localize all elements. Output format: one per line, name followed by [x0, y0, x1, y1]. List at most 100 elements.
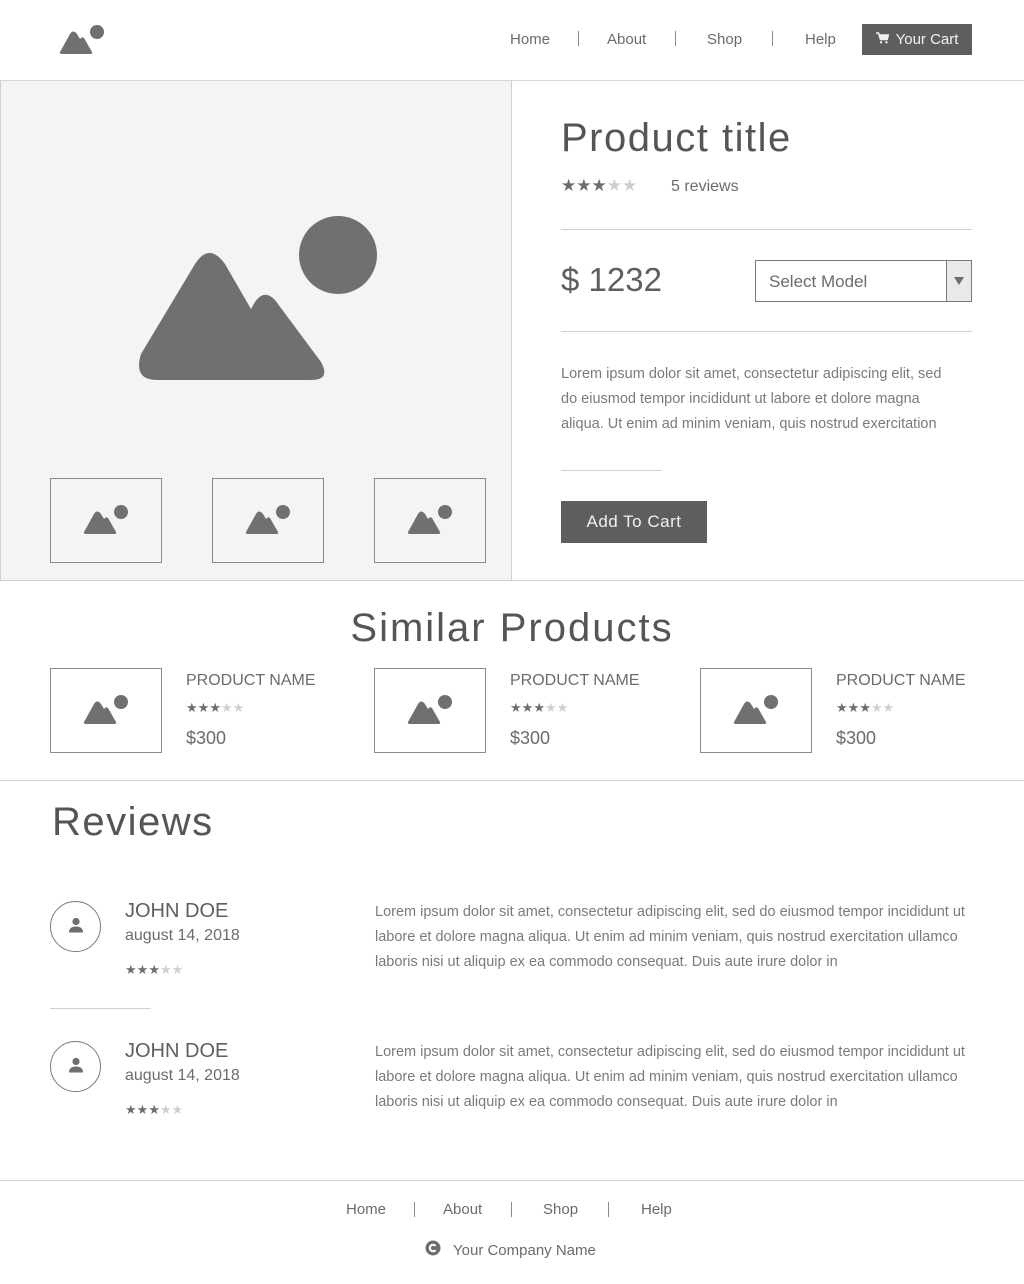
product-description: Lorem ipsum dolor sit amet, consectetur …	[561, 366, 942, 432]
star-icon: ★	[561, 176, 577, 196]
product-rating: ★★★★★	[561, 176, 637, 196]
star-icon: ★	[591, 176, 607, 196]
star-icon: ★	[510, 701, 522, 716]
divider	[561, 470, 662, 471]
star-icon: ★	[136, 963, 149, 978]
footer-home-link[interactable]: Home	[346, 1201, 386, 1218]
copyright-icon	[425, 1240, 441, 1260]
select-model-value: Select Model	[769, 272, 868, 291]
add-to-cart-button[interactable]: Add To Cart	[561, 501, 707, 543]
site-header: Home About Shop Help Your Cart	[0, 0, 1024, 81]
similar-product-name[interactable]: PRODUCT NAME	[510, 672, 640, 690]
reviews-count-link[interactable]: 5 reviews	[671, 178, 739, 196]
gallery-thumbnail-2[interactable]	[212, 478, 324, 563]
similar-product-name[interactable]: PRODUCT NAME	[836, 672, 966, 690]
star-icon: ★	[521, 701, 534, 716]
divider	[50, 1008, 151, 1009]
gallery-thumbnail-3[interactable]	[374, 478, 486, 563]
nav-about-link[interactable]: About	[607, 31, 646, 48]
your-cart-label: Your Cart	[895, 31, 959, 48]
user-icon	[68, 1057, 84, 1077]
star-icon: ★	[232, 701, 245, 716]
star-icon: ★	[556, 701, 569, 716]
similar-product-image[interactable]	[374, 668, 486, 753]
star-icon: ★	[209, 701, 221, 716]
image-placeholder-icon	[82, 502, 130, 540]
star-icon: ★	[882, 701, 895, 716]
image-placeholder-icon	[406, 692, 454, 730]
product-image-icon[interactable]	[135, 214, 379, 382]
star-icon: ★	[159, 1103, 172, 1118]
footer-divider	[0, 1180, 1024, 1181]
star-icon: ★	[533, 701, 545, 716]
divider	[561, 229, 972, 230]
reviewer-name: JOHN DOE	[125, 900, 229, 922]
star-icon: ★	[544, 701, 557, 716]
star-icon: ★	[159, 963, 172, 978]
star-icon: ★	[125, 1103, 137, 1118]
avatar	[50, 901, 101, 952]
footer-divider-bar	[511, 1202, 512, 1217]
similar-product-price: $300	[186, 728, 227, 748]
review-rating: ★★★★★	[125, 959, 183, 978]
image-placeholder-icon	[732, 692, 780, 730]
nav-shop-link[interactable]: Shop	[707, 31, 742, 48]
image-placeholder-icon	[82, 692, 130, 730]
star-icon: ★	[622, 176, 638, 196]
star-icon: ★	[870, 701, 883, 716]
gallery-thumbnail-1[interactable]	[50, 478, 162, 563]
review-date: august 14, 2018	[125, 927, 240, 944]
footer-copyright: Your Company Name	[425, 1240, 596, 1260]
review-rating: ★★★★★	[125, 1099, 183, 1118]
shopping-cart-icon	[875, 31, 890, 48]
similar-product-name[interactable]: PRODUCT NAME	[186, 672, 316, 690]
star-icon: ★	[125, 963, 137, 978]
image-placeholder-icon	[406, 502, 454, 540]
your-cart-button[interactable]: Your Cart	[862, 24, 972, 55]
nav-home-link[interactable]: Home	[510, 31, 550, 48]
reviewer-name: JOHN DOE	[125, 1040, 229, 1062]
review-text: Lorem ipsum dolor sit amet, consectetur …	[375, 1044, 965, 1110]
star-icon: ★	[197, 701, 210, 716]
similar-product-image[interactable]	[50, 668, 162, 753]
logo-icon[interactable]	[58, 22, 106, 56]
company-name: Your Company Name	[453, 1241, 596, 1259]
similar-product-image[interactable]	[700, 668, 812, 753]
image-placeholder-icon	[244, 502, 292, 540]
star-icon: ★	[847, 701, 860, 716]
star-icon: ★	[859, 701, 871, 716]
similar-product-rating: ★★★★★	[510, 697, 568, 716]
review-text: Lorem ipsum dolor sit amet, consectetur …	[375, 904, 965, 970]
section-divider	[0, 580, 1024, 581]
similar-product-price: $300	[836, 728, 877, 748]
nav-help-link[interactable]: Help	[805, 31, 836, 48]
product-price: $ 1232	[561, 261, 662, 298]
star-icon: ★	[606, 176, 622, 196]
product-title: Product title	[561, 116, 792, 160]
star-icon: ★	[576, 176, 592, 196]
star-icon: ★	[171, 1103, 184, 1118]
select-model-dropdown[interactable]: Select Model	[755, 260, 972, 302]
similar-product-rating: ★★★★★	[836, 697, 894, 716]
divider	[561, 331, 972, 332]
similar-product-price: $300	[510, 728, 551, 748]
avatar	[50, 1041, 101, 1092]
footer-about-link[interactable]: About	[443, 1201, 482, 1218]
section-divider	[0, 780, 1024, 781]
product-gallery	[0, 81, 512, 581]
star-icon: ★	[836, 701, 848, 716]
star-icon: ★	[186, 701, 198, 716]
nav-divider	[772, 31, 773, 46]
similar-products-heading: Similar Products	[350, 606, 674, 650]
reviews-heading: Reviews	[52, 800, 214, 844]
star-icon: ★	[171, 963, 184, 978]
footer-divider-bar	[414, 1202, 415, 1217]
star-icon: ★	[148, 1103, 160, 1118]
footer-help-link[interactable]: Help	[641, 1201, 672, 1218]
star-icon: ★	[136, 1103, 149, 1118]
star-icon: ★	[220, 701, 233, 716]
similar-product-rating: ★★★★★	[186, 697, 244, 716]
star-icon: ★	[148, 963, 160, 978]
footer-shop-link[interactable]: Shop	[543, 1201, 578, 1218]
review-date: august 14, 2018	[125, 1067, 240, 1084]
